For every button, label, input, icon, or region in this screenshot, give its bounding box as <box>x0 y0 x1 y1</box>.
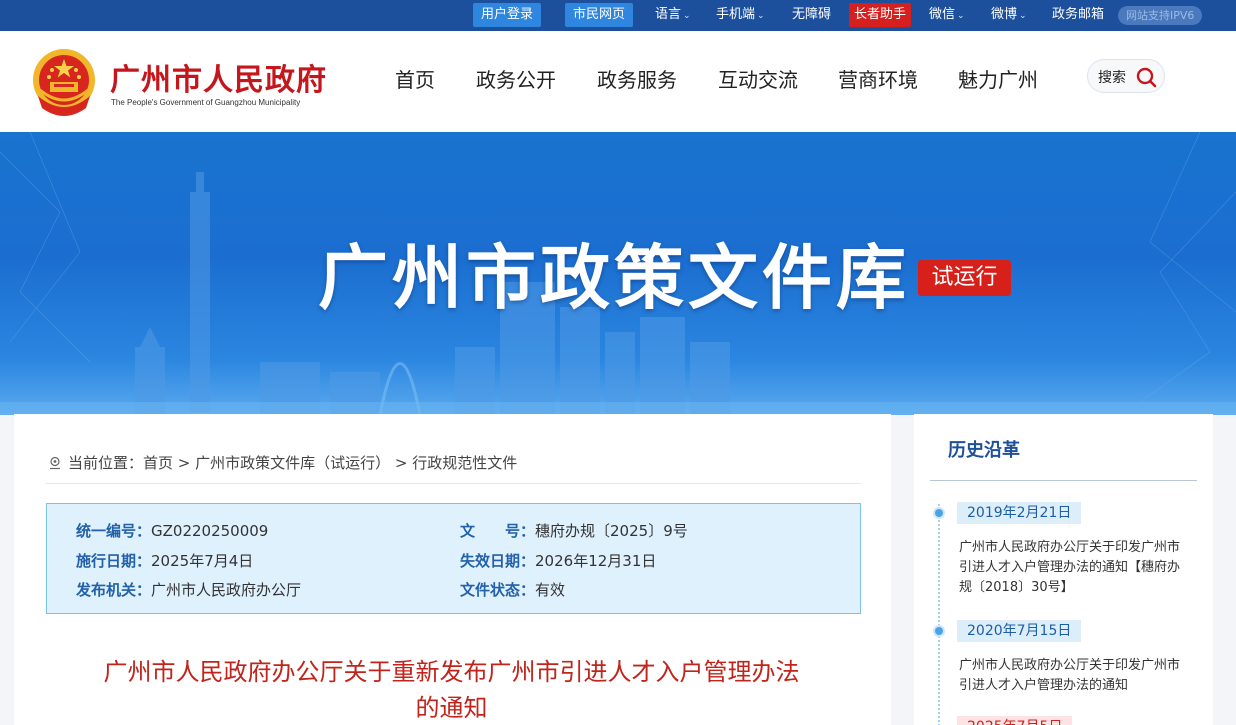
nav-business[interactable]: 营商环境 <box>838 64 918 93</box>
info-status-value: 有效 <box>535 581 566 599</box>
info-expiry-label: 失效日期： <box>460 552 536 570</box>
gov-mail-link[interactable]: 政务邮箱 <box>1052 3 1104 27</box>
info-issuer: 发布机关：广州市人民政府办公厅 <box>76 579 301 600</box>
info-status: 文件状态：有效 <box>460 579 565 600</box>
history-item-link[interactable]: 广州市人民政府办公厅关于印发广州市引进人才入户管理办法的通知 <box>959 656 1189 696</box>
document-title-line2: 的通知 <box>415 694 488 722</box>
nav-charm[interactable]: 魅力广州 <box>958 64 1038 93</box>
language-menu[interactable]: 语言 ⌄ <box>655 3 691 27</box>
history-title: 历史沿革 <box>948 440 1020 461</box>
info-effective-label: 施行日期： <box>76 552 152 570</box>
info-expiry: 失效日期：2026年12月31日 <box>460 550 656 571</box>
breadcrumb-separator: > <box>173 454 196 472</box>
nav-gov-services[interactable]: 政务服务 <box>597 64 677 93</box>
info-doc-no-label: 文 号： <box>460 522 536 540</box>
nav-gov-affairs[interactable]: 政务公开 <box>476 64 556 93</box>
breadcrumb-prefix: 当前位置： <box>68 454 144 472</box>
wechat-label: 微信 <box>929 7 956 22</box>
site-header: 广州市人民政府 The People's Government of Guang… <box>0 31 1236 132</box>
document-title-line1: 广州市人民政府办公厅关于重新发布广州市引进人才入户管理办法 <box>103 658 800 686</box>
info-uid-value: GZ0220250009 <box>151 522 269 540</box>
divider <box>930 480 1197 481</box>
document-info-box: 统一编号：GZ0220250009 文 号：穗府办规〔2025〕9号 施行日期：… <box>46 503 861 614</box>
history-panel: 历史沿革 2019年2月21日 广州市人民政府办公厅关于印发广州市引进人才入户管… <box>914 414 1213 725</box>
info-effective: 施行日期：2025年7月4日 <box>76 550 253 571</box>
divider <box>46 483 861 484</box>
info-effective-value: 2025年7月4日 <box>151 552 254 570</box>
breadcrumb-separator: > <box>390 454 413 472</box>
mobile-menu[interactable]: 手机端 ⌄ <box>716 3 765 27</box>
history-date: 2020年7月15日 <box>957 620 1082 642</box>
timeline-line <box>938 504 940 725</box>
info-doc-no: 文 号：穗府办规〔2025〕9号 <box>460 520 688 541</box>
nav-interaction[interactable]: 互动交流 <box>718 64 798 93</box>
mobile-label: 手机端 <box>716 7 756 22</box>
wechat-menu[interactable]: 微信 ⌄ <box>929 3 965 27</box>
info-status-label: 文件状态： <box>460 581 536 599</box>
ipv6-badge: 网站支持IPV6 <box>1118 6 1203 25</box>
search-icon <box>1136 67 1157 88</box>
location-icon <box>50 456 60 470</box>
accessibility-link[interactable]: 无障碍 <box>792 3 831 27</box>
top-bar: 用户登录 市民网页 语言 ⌄ 手机端 ⌄ 无障碍 长者助手 微信 ⌄ 微博 ⌄ 政务邮箱… <box>0 0 1236 31</box>
main-content: 当前位置：首页 > 广州市政策文件库（试运行） > 行政规范性文件 统一编号：G… <box>14 414 891 725</box>
nav-home[interactable]: 首页 <box>395 64 435 93</box>
trial-run-badge: 试运行 <box>918 260 1011 296</box>
elder-helper-button[interactable]: 长者助手 <box>849 3 912 27</box>
weibo-menu[interactable]: 微博 ⌄ <box>991 3 1027 27</box>
timeline-dot <box>935 509 943 517</box>
timeline-dot <box>935 627 943 635</box>
document-title: 广州市人民政府办公厅关于重新发布广州市引进人才入户管理办法 的通知 <box>54 654 849 725</box>
language-label: 语言 <box>655 7 682 22</box>
chevron-down-icon: ⌄ <box>1019 11 1027 21</box>
hero-banner: 广州市政策文件库 试运行 <box>0 132 1236 415</box>
info-issuer-label: 发布机关： <box>76 581 152 599</box>
breadcrumb: 当前位置：首页 > 广州市政策文件库（试运行） > 行政规范性文件 <box>48 452 517 473</box>
user-login-button[interactable]: 用户登录 <box>473 3 542 27</box>
weibo-label: 微博 <box>991 7 1018 22</box>
info-issuer-value: 广州市人民政府办公厅 <box>151 581 302 599</box>
search-button[interactable]: 搜索 <box>1087 59 1165 93</box>
history-item-link[interactable]: 广州市人民政府办公厅关于印发广州市引进人才入户管理办法的通知【穗府办规〔2018… <box>959 538 1189 598</box>
chevron-down-icon: ⌄ <box>683 11 691 21</box>
breadcrumb-library[interactable]: 广州市政策文件库（试运行） <box>195 454 390 472</box>
site-title[interactable]: 广州市人民政府 <box>110 55 327 99</box>
site-subtitle: The People's Government of Guangzhou Mun… <box>111 98 301 107</box>
info-doc-no-value: 穗府办规〔2025〕9号 <box>535 522 688 540</box>
breadcrumb-home[interactable]: 首页 <box>143 454 173 472</box>
citizen-page-button[interactable]: 市民网页 <box>565 3 634 27</box>
history-date: 2019年2月21日 <box>957 502 1082 524</box>
info-expiry-value: 2026年12月31日 <box>535 552 657 570</box>
emblem-icon[interactable] <box>30 46 98 118</box>
chevron-down-icon: ⌄ <box>957 11 965 21</box>
breadcrumb-category[interactable]: 行政规范性文件 <box>412 454 517 472</box>
chevron-down-icon: ⌄ <box>757 11 765 21</box>
info-uid: 统一编号：GZ0220250009 <box>76 520 268 541</box>
info-uid-label: 统一编号： <box>76 522 152 540</box>
history-date-current: 2025年7月5日 <box>957 716 1073 725</box>
banner-title: 广州市政策文件库 <box>318 236 910 319</box>
search-label: 搜索 <box>1098 70 1126 86</box>
